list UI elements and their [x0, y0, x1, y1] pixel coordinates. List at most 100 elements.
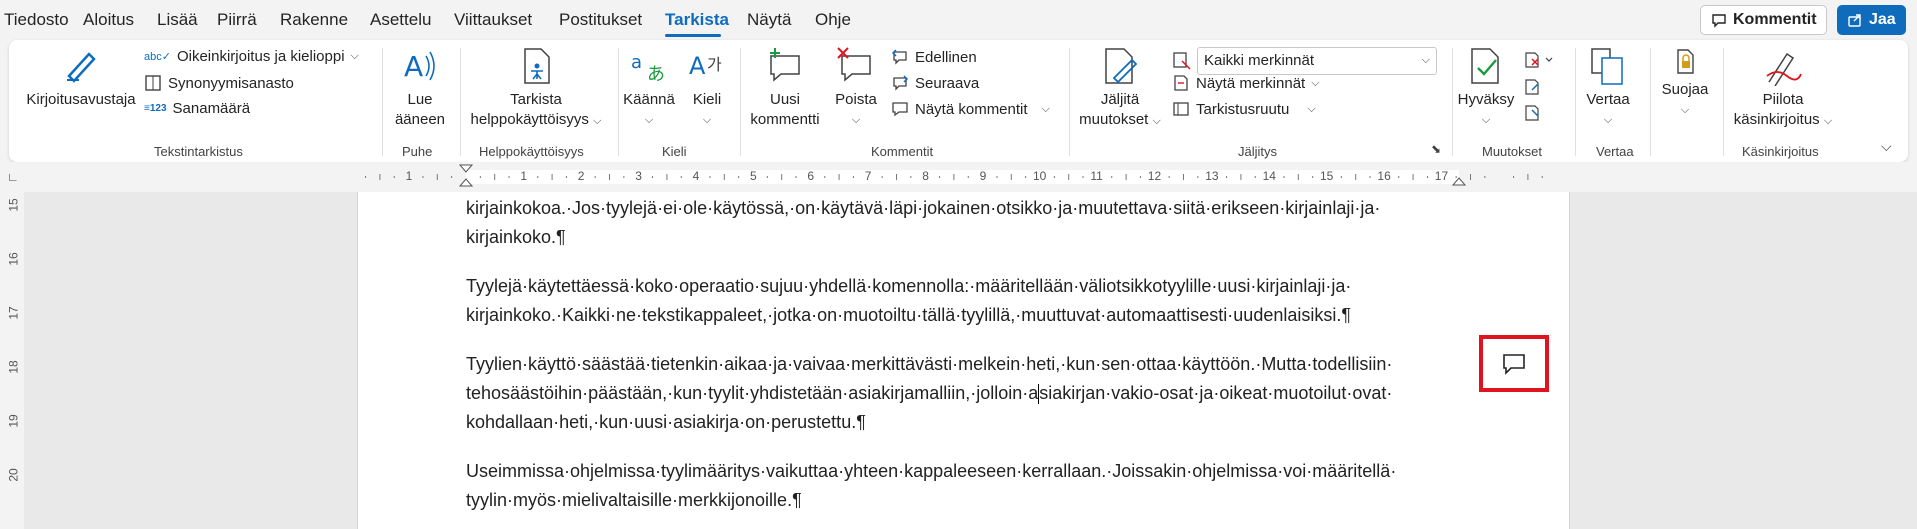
reject-icon[interactable] — [1524, 51, 1554, 69]
tab-view[interactable]: Näytä — [747, 10, 791, 30]
show-markup-label: Näytä merkinnät — [1196, 74, 1306, 92]
compare-button[interactable]: Vertaa ⌵ — [1580, 46, 1636, 130]
text-line: Useimmissa·ohjelmissa·tyylimääritys·vaik… — [466, 461, 1397, 481]
previous-comment-icon — [891, 49, 907, 65]
protect-label: Suojaa — [1661, 81, 1709, 98]
compare-label: Vertaa — [1586, 91, 1630, 108]
tab-layout[interactable]: Asettelu — [370, 10, 431, 30]
comments-button[interactable]: Kommentit — [1700, 5, 1827, 35]
markup-select-value: Kaikki merkinnät — [1204, 52, 1315, 69]
collapse-ribbon-icon[interactable]: ⌵ — [1881, 138, 1892, 155]
group-separator — [382, 48, 383, 156]
text-after-cursor: siakirjan·vakio-osat·ja·oikeat·muotoilut… — [1039, 383, 1393, 403]
show-comments-button[interactable]: Näytä kommentit ⌵ — [891, 100, 1050, 118]
next-change-icon[interactable] — [1524, 104, 1542, 122]
chevron-down-icon: ⌵ — [1481, 114, 1491, 126]
book-icon — [145, 75, 161, 91]
thesaurus-button[interactable]: Synonyymisanasto — [144, 74, 294, 92]
ruler-number: 10 — [1033, 169, 1047, 183]
comment-indicator[interactable] — [1479, 335, 1549, 392]
group-separator — [1723, 48, 1724, 156]
ruler-number: 6 — [807, 169, 815, 183]
vertical-ruler-number: 19 — [6, 414, 21, 428]
group-label-language: Kieli — [662, 144, 687, 159]
read-aloud-button[interactable]: A Lue ääneen — [390, 46, 450, 130]
chevron-down-icon: ⌵ — [1421, 54, 1430, 66]
chevron-down-icon: ⌵ — [1041, 102, 1050, 115]
group-separator — [1069, 48, 1070, 156]
editor-button[interactable]: Kirjoitusavustaja — [26, 46, 136, 110]
tab-help[interactable]: Ohje — [815, 10, 851, 30]
track-changes-button[interactable]: Jäljitä muutokset ⌵ — [1077, 46, 1163, 131]
chevron-down-icon: ⌵ — [702, 114, 712, 126]
lock-icon — [1677, 49, 1694, 74]
paragraph[interactable]: Tyylien·käyttö·säästää·tietenkin·aikaa·j… — [466, 350, 1446, 437]
delete-comment-button[interactable]: Poista ⌵ — [827, 46, 885, 130]
paragraph[interactable]: kirjainkokoa.·Jos·tyylejä·ei·ole·käytöss… — [466, 194, 1446, 252]
ruler-number: 11 — [1090, 169, 1103, 183]
accessibility-check-button[interactable]: Tarkista helppokäyttöisyys ⌵ — [466, 46, 606, 131]
vertical-ruler-number: 16 — [6, 252, 21, 266]
spelling-icon: abc✓ — [144, 51, 171, 63]
new-comment-button[interactable]: Uusi kommentti — [747, 46, 823, 130]
tab-insert[interactable]: Lisää — [157, 10, 198, 30]
tab-home[interactable]: Aloitus — [83, 10, 134, 30]
dialog-launcher-icon[interactable]: ⬊ — [1431, 142, 1441, 156]
previous-change-icon[interactable] — [1524, 78, 1542, 96]
language-button[interactable]: A가 Kieli ⌵ — [683, 46, 731, 130]
text-line: kirjainkokoa.·Jos·tyylejä·ei·ole·käytöss… — [466, 198, 1381, 218]
compare-icon — [1591, 48, 1623, 85]
paragraph[interactable]: Tyylejä·käytettäessä·koko·operaatio·suju… — [466, 272, 1446, 330]
ruler-number: 8 — [922, 169, 929, 183]
next-comment-button[interactable]: Seuraava — [891, 74, 979, 92]
tab-design[interactable]: Rakenne — [280, 10, 348, 30]
tab-mailings[interactable]: Postitukset — [559, 10, 642, 30]
paragraph[interactable]: Useimmissa·ohjelmissa·tyylimääritys·vaik… — [466, 457, 1446, 515]
vertical-ruler-number: 15 — [6, 198, 21, 212]
share-button[interactable]: Jaa — [1837, 5, 1906, 35]
word-count-icon: ≡123 — [144, 103, 167, 114]
vertical-ruler-number: 17 — [6, 306, 21, 320]
ruler-number: 17 — [1434, 169, 1449, 183]
accept-button[interactable]: Hyväksy ⌵ — [1457, 46, 1515, 130]
delete-comment-label: Poista — [835, 91, 877, 108]
reviewing-pane-button[interactable]: Tarkistusruutu ⌵ — [1172, 100, 1316, 118]
tab-file[interactable]: Tiedosto — [4, 10, 69, 30]
group-separator — [618, 48, 619, 156]
right-indent-marker[interactable] — [1452, 172, 1466, 186]
text-before-cursor: tehosäästöihin·päästään,·kun·tyylit·yhdi… — [466, 383, 1039, 403]
ruler-number: 3 — [635, 169, 642, 183]
spelling-button[interactable]: abc✓ Oikeinkirjoitus ja kielioppi ⌵ — [144, 48, 359, 65]
new-comment-icon — [770, 48, 800, 82]
svg-text:가: 가 — [707, 55, 722, 74]
accessibility-label-2: helppokäyttöisyys — [470, 111, 589, 128]
protect-button[interactable]: Suojaa ⌵ — [1656, 46, 1714, 120]
track-changes-icon — [1105, 48, 1138, 84]
hide-ink-button[interactable]: Piilota käsinkirjoitus ⌵ — [1729, 46, 1837, 131]
previous-comment-button[interactable]: Edellinen — [891, 48, 977, 66]
editor-label: Kirjoitusavustaja — [26, 91, 136, 108]
chevron-down-icon: ⌵ — [593, 115, 602, 127]
new-comment-label-2: kommentti — [750, 111, 820, 128]
read-aloud-label-1: Lue — [407, 91, 433, 108]
comments-button-label: Kommentit — [1733, 11, 1817, 28]
next-comment-icon — [893, 75, 909, 91]
tab-references[interactable]: Viittaukset — [454, 10, 532, 30]
ruler-number: 12 — [1147, 169, 1162, 183]
chevron-down-icon: ⌵ — [1311, 76, 1320, 89]
word-count-button[interactable]: ≡123 Sanamäärä — [144, 100, 250, 117]
group-separator — [1575, 48, 1576, 156]
translate-button[interactable]: aあ Käännä ⌵ — [621, 46, 677, 130]
tab-draw[interactable]: Piirrä — [217, 10, 257, 30]
first-line-indent-marker[interactable] — [459, 164, 473, 188]
vertical-ruler[interactable]: 15 16 17 18 19 20 — [2, 192, 24, 529]
show-markup-button[interactable]: Näytä merkinnät ⌵ — [1172, 74, 1320, 92]
comment-icon — [1712, 14, 1726, 28]
ruler-number: 1 — [405, 169, 413, 183]
markup-select[interactable]: Kaikki merkinnät ⌵ — [1197, 47, 1437, 75]
ruler-number: 2 — [577, 169, 585, 183]
tab-selector-icon[interactable]: ∟ — [7, 170, 19, 184]
svg-text:あ: あ — [647, 64, 665, 85]
tab-review[interactable]: Tarkista — [665, 10, 729, 30]
reviewing-pane-label: Tarkistusruutu — [1196, 100, 1290, 118]
